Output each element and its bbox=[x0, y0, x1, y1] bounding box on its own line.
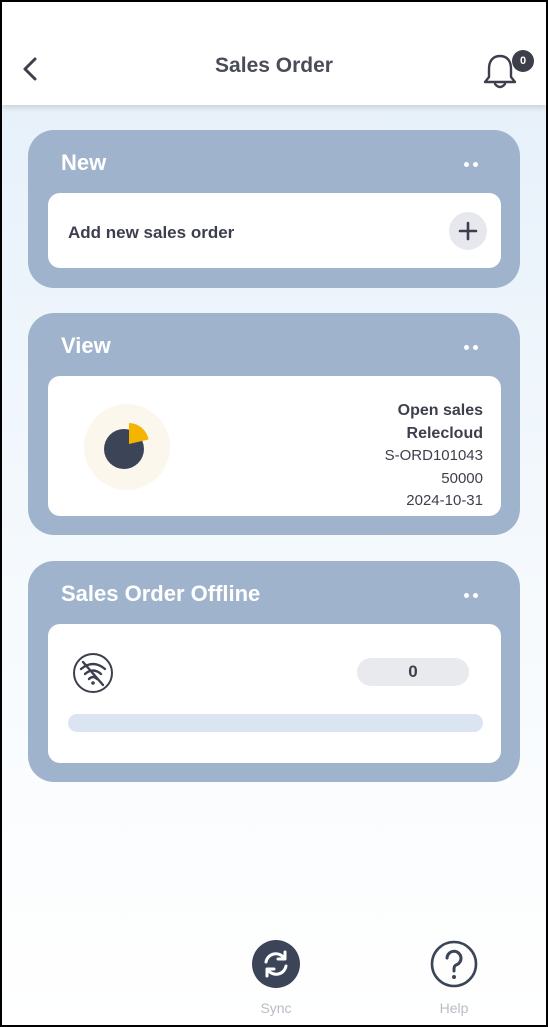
offline-card-title: Sales Order Offline bbox=[61, 581, 261, 606]
notifications-button[interactable]: 0 bbox=[482, 48, 536, 92]
offline-card: Sales Order Offline 0 bbox=[28, 561, 520, 782]
sync-label: Sync bbox=[260, 1000, 292, 1016]
content-area: New Add new sales order View Open sales … bbox=[2, 105, 546, 1025]
sales-order-summary[interactable]: Open sales Relecloud S-ORD101043 50000 2… bbox=[48, 376, 501, 516]
view-card: View Open sales Relecloud S-ORD101043 50… bbox=[28, 313, 520, 535]
offline-status-panel: 0 bbox=[48, 624, 501, 763]
new-card: New Add new sales order bbox=[28, 130, 520, 288]
order-number: S-ORD101043 bbox=[384, 447, 483, 464]
more-icon[interactable] bbox=[464, 591, 480, 599]
sync-button[interactable]: Sync bbox=[236, 939, 316, 1016]
add-sales-order-row[interactable]: Add new sales order bbox=[48, 193, 501, 268]
plus-icon bbox=[458, 221, 478, 241]
sync-icon bbox=[252, 940, 300, 988]
pending-count: 0 bbox=[357, 658, 469, 686]
help-icon bbox=[430, 940, 478, 988]
view-card-title: View bbox=[61, 333, 111, 358]
page-title: Sales Order bbox=[215, 54, 333, 77]
order-amount: 50000 bbox=[441, 469, 483, 487]
app-header: Sales Order 0 bbox=[2, 2, 546, 105]
help-button[interactable]: Help bbox=[414, 939, 494, 1016]
app-frame: Sales Order 0 New Add new sales order Vi… bbox=[0, 0, 548, 1027]
sync-progress-bar bbox=[68, 714, 483, 732]
add-sales-order-label: Add new sales order bbox=[68, 223, 235, 242]
new-card-title: New bbox=[61, 150, 107, 175]
notification-badge: 0 bbox=[512, 50, 534, 72]
pie-chart-icon bbox=[84, 404, 170, 490]
more-icon[interactable] bbox=[464, 343, 480, 351]
wifi-off-icon bbox=[73, 653, 113, 693]
order-status: Open sales bbox=[397, 402, 483, 419]
help-label: Help bbox=[439, 1000, 469, 1016]
more-icon[interactable] bbox=[464, 160, 480, 168]
order-info: Open sales Relecloud S-ORD101043 50000 2… bbox=[385, 400, 483, 513]
order-date: 2024-10-31 bbox=[406, 492, 483, 509]
add-sales-order-button[interactable] bbox=[449, 212, 487, 250]
order-customer: Relecloud bbox=[406, 424, 483, 442]
